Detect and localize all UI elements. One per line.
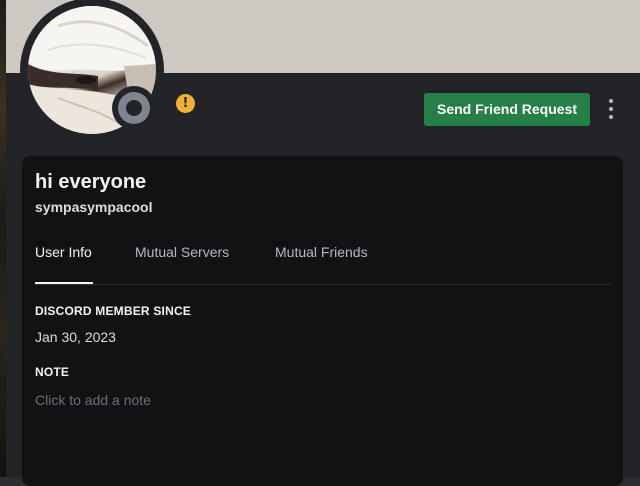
note-input[interactable] (35, 390, 595, 410)
tab-mutual-friends[interactable]: Mutual Friends (275, 244, 368, 260)
member-since-heading: DISCORD MEMBER SINCE (35, 304, 192, 318)
vertical-ellipsis-icon[interactable] (603, 96, 619, 124)
status-indicator-center (126, 100, 142, 116)
note-heading: NOTE (35, 365, 70, 379)
username: sympasympacool (35, 199, 153, 215)
tab-mutual-servers[interactable]: Mutual Servers (135, 244, 229, 260)
tab-user-info[interactable]: User Info (35, 244, 92, 260)
profile-tabs: User Info Mutual Servers Mutual Friends (35, 240, 611, 286)
display-name: hi everyone (35, 171, 147, 193)
tab-divider (35, 284, 611, 285)
member-since-date: Jan 30, 2023 (35, 329, 116, 345)
user-info-card: hi everyone sympasympacool User Info Mut… (22, 156, 623, 486)
send-friend-request-button[interactable]: Send Friend Request (424, 93, 590, 126)
exclamation-circle-icon[interactable]: ! (176, 94, 195, 113)
